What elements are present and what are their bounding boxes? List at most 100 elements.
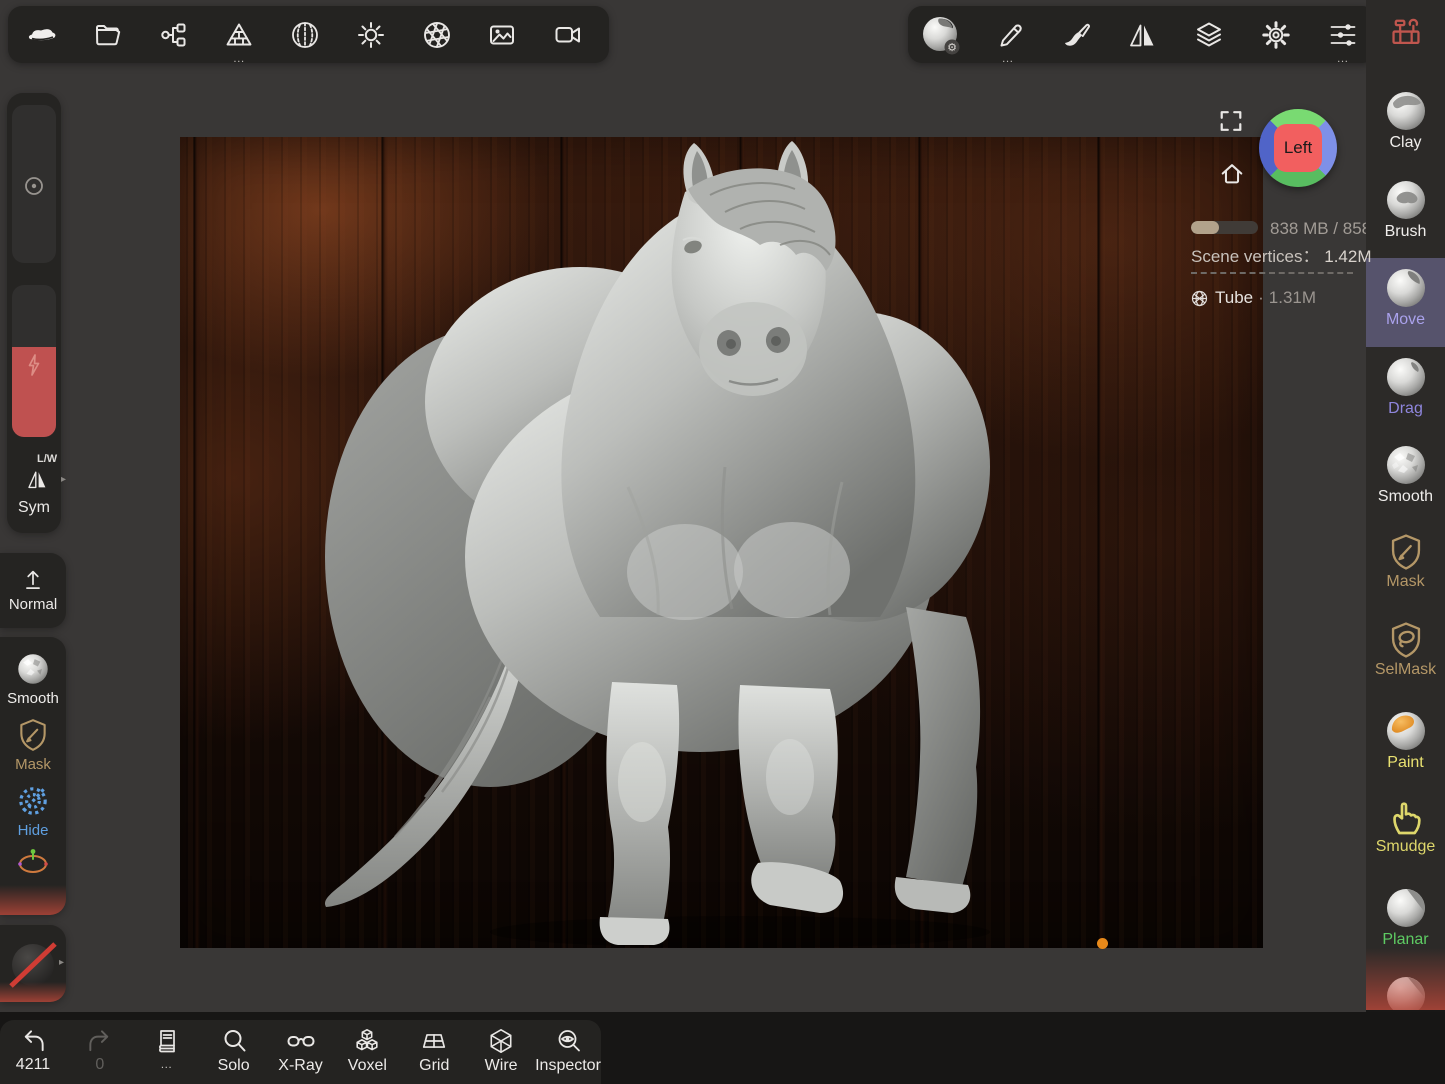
voxel-button[interactable]: Voxel xyxy=(342,1020,392,1084)
files-folder-icon[interactable] xyxy=(86,6,130,63)
inspector-label: Inspector xyxy=(535,1057,601,1075)
home-view-icon[interactable] xyxy=(1219,161,1245,187)
solo-button[interactable]: Solo xyxy=(209,1020,259,1084)
tool-mask[interactable]: Mask xyxy=(1366,524,1445,613)
shield-brush-icon xyxy=(16,717,50,753)
more-indicator: … xyxy=(1321,53,1365,63)
render-aperture-icon[interactable] xyxy=(415,6,459,63)
xray-label: X-Ray xyxy=(278,1057,322,1075)
modifier-mask[interactable]: Mask xyxy=(0,707,66,773)
svg-text:⚙: ⚙ xyxy=(947,41,957,54)
tool-strip: Clay Brush Move Drag Smooth Mask xyxy=(1366,0,1445,1010)
tool-planar[interactable]: Planar xyxy=(1366,878,1445,967)
history-button[interactable]: … xyxy=(142,1020,192,1084)
redo-icon xyxy=(85,1027,114,1054)
sculpt-viewport[interactable] xyxy=(180,137,1263,948)
undo-button[interactable]: 4211 xyxy=(8,1020,58,1084)
gizmo-face-label: Left xyxy=(1284,138,1312,158)
sphere-red-slash-icon xyxy=(8,940,58,990)
tool-smooth[interactable]: Smooth xyxy=(1366,435,1445,524)
modifier-smooth[interactable]: Smooth xyxy=(0,637,66,707)
topology-pyramid-icon[interactable]: … xyxy=(217,6,261,63)
circle-dot-icon xyxy=(12,175,56,197)
arrow-up-line-icon xyxy=(20,565,46,593)
lighting-sun-icon[interactable] xyxy=(349,6,393,63)
toolbar-top-right: ⚙ … … xyxy=(908,6,1376,63)
paintbrush-icon[interactable] xyxy=(1053,6,1097,63)
tool-label: Smudge xyxy=(1376,838,1436,856)
mask-shield-icon xyxy=(1386,532,1426,572)
toolbox-icon[interactable] xyxy=(1366,14,1445,48)
ui-sliders-icon[interactable]: … xyxy=(1321,6,1365,63)
tool-label: Paint xyxy=(1387,754,1423,772)
symmetry-icon[interactable] xyxy=(24,467,50,491)
modifier-label: Mask xyxy=(15,756,51,773)
camera-video-icon[interactable] xyxy=(546,6,590,63)
solo-label: Solo xyxy=(218,1057,250,1075)
modifier-label: Smooth xyxy=(7,690,59,707)
tool-label: Mask xyxy=(1386,573,1424,591)
tool-paint[interactable]: Paint xyxy=(1366,701,1445,790)
wire-sphere-icon xyxy=(486,1027,516,1055)
tool-label: SelMask xyxy=(1375,661,1436,679)
redo-button[interactable]: 0 xyxy=(75,1020,125,1084)
inspector-button[interactable]: Inspector xyxy=(543,1020,593,1084)
object-count: 1.31M xyxy=(1269,288,1316,308)
tool-smudge[interactable]: Smudge xyxy=(1366,789,1445,878)
more-indicator: … xyxy=(217,53,261,63)
app-logo-icon[interactable] xyxy=(20,6,64,63)
smooth-sphere-icon xyxy=(1384,443,1428,487)
sym-label: Sym xyxy=(7,499,61,517)
scene-graph-icon[interactable] xyxy=(152,6,196,63)
stroke-mode-button[interactable]: Normal xyxy=(0,553,66,628)
undo-icon xyxy=(19,1027,48,1054)
wire-label: Wire xyxy=(485,1057,518,1075)
orientation-gizmo[interactable]: Left xyxy=(1259,109,1337,187)
symmetry-mirror-icon[interactable] xyxy=(1120,6,1164,63)
quick-modifiers-panel: Smooth Mask Hide xyxy=(0,637,66,915)
size-slider[interactable] xyxy=(12,105,56,263)
clay-sphere-icon xyxy=(1384,89,1428,133)
toolbar-bottom: 4211 0 … Solo X-Ray Voxel Grid Wire xyxy=(0,1020,601,1084)
move-gizmo-icon xyxy=(16,848,50,878)
gizmo-front-face[interactable]: Left xyxy=(1274,124,1322,172)
tool-selmask[interactable]: SelMask xyxy=(1366,612,1445,701)
expand-arrow-icon[interactable]: ▸ xyxy=(61,474,66,485)
stroke-pencil-icon[interactable]: … xyxy=(986,6,1030,63)
background-image-icon[interactable] xyxy=(480,6,524,63)
tool-brush[interactable]: Brush xyxy=(1366,170,1445,259)
eye-magnifier-icon xyxy=(554,1027,582,1055)
tool-label: Planar xyxy=(1382,931,1428,949)
history-more: … xyxy=(160,1057,173,1071)
matcap-hatched-sphere-icon[interactable] xyxy=(283,6,327,63)
planar-sphere-icon xyxy=(1384,886,1428,930)
history-book-icon xyxy=(153,1027,181,1055)
scene-object-row[interactable]: Tube · 1.31M xyxy=(1191,288,1316,308)
more-indicator: … xyxy=(986,53,1030,63)
memory-text: 838 MB / 858 MB xyxy=(1270,219,1366,239)
brush-sphere-icon xyxy=(1384,178,1428,222)
material-ball-icon[interactable]: ⚙ xyxy=(919,6,963,63)
cubes-icon xyxy=(352,1027,382,1055)
wire-button[interactable]: Wire xyxy=(476,1020,526,1084)
tool-label: Brush xyxy=(1385,223,1427,241)
layers-icon[interactable] xyxy=(1187,6,1231,63)
redo-count: 0 xyxy=(95,1056,104,1074)
material-none-button[interactable]: ▸ xyxy=(0,925,66,1002)
rough-sphere-icon xyxy=(15,651,51,687)
fullscreen-icon[interactable] xyxy=(1218,108,1244,134)
viewport-marker-dot xyxy=(1097,938,1108,949)
intensity-slider[interactable] xyxy=(12,285,56,437)
horse-model xyxy=(180,137,1263,948)
xray-button[interactable]: X-Ray xyxy=(276,1020,326,1084)
app-window: … ⚙ … xyxy=(0,0,1445,1084)
tool-move[interactable]: Move xyxy=(1366,258,1445,347)
modifier-hide[interactable]: Hide xyxy=(0,773,66,839)
settings-gear-icon[interactable] xyxy=(1254,6,1298,63)
tool-drag[interactable]: Drag xyxy=(1366,347,1445,436)
grid-button[interactable]: Grid xyxy=(409,1020,459,1084)
modifier-gizmo[interactable] xyxy=(0,839,66,878)
tool-clay[interactable]: Clay xyxy=(1366,81,1445,170)
expand-arrow-icon[interactable]: ▸ xyxy=(59,957,64,968)
scene-vertices-label: Scene vertices： xyxy=(1191,247,1320,266)
